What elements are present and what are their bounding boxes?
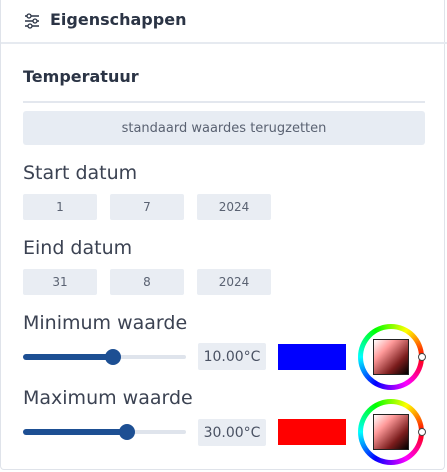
slider-fill: [23, 429, 128, 435]
maximum-label: Maximum waarde: [23, 387, 193, 409]
start-date-label: Start datum: [23, 162, 138, 184]
saturation-square[interactable]: [374, 340, 408, 374]
section-divider: [23, 101, 425, 103]
panel-title: Eigenschappen: [50, 10, 187, 29]
reset-defaults-button[interactable]: standaard waardes terugzetten: [23, 111, 425, 145]
maximum-slider[interactable]: [23, 423, 186, 441]
minimum-color-wheel[interactable]: [358, 324, 426, 390]
hue-handle[interactable]: [418, 353, 426, 361]
end-year-field[interactable]: 2024: [197, 269, 271, 295]
panel-header: Eigenschappen: [1, 0, 447, 44]
slider-thumb[interactable]: [119, 424, 136, 440]
start-month-field[interactable]: 7: [110, 194, 184, 220]
maximum-value-field[interactable]: 30.00°C: [198, 419, 266, 446]
minimum-slider[interactable]: [23, 348, 186, 366]
hue-handle[interactable]: [418, 428, 426, 436]
end-date-label: Eind datum: [23, 237, 133, 259]
minimum-color-swatch[interactable]: [278, 344, 346, 370]
minimum-label: Minimum waarde: [23, 312, 188, 334]
slider-fill: [23, 354, 113, 360]
maximum-color-wheel[interactable]: [358, 399, 426, 465]
sliders-icon: [25, 13, 39, 29]
maximum-color-swatch[interactable]: [278, 419, 346, 445]
minimum-value-field[interactable]: 10.00°C: [198, 343, 266, 370]
end-month-field[interactable]: 8: [110, 269, 184, 295]
end-day-field[interactable]: 31: [23, 269, 97, 295]
properties-panel: Eigenschappen Temperatuur standaard waar…: [0, 0, 447, 470]
section-title: Temperatuur: [23, 67, 139, 86]
saturation-square[interactable]: [374, 415, 408, 449]
start-day-field[interactable]: 1: [23, 194, 97, 220]
start-year-field[interactable]: 2024: [197, 194, 271, 220]
slider-thumb[interactable]: [104, 349, 121, 365]
